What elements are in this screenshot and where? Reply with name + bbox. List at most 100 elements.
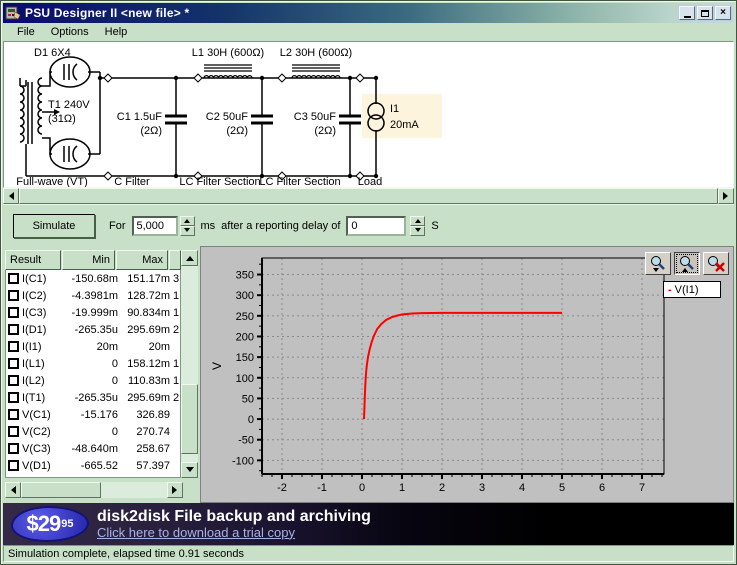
header-min[interactable]: Min: [62, 250, 115, 270]
result-max: 158.12m: [118, 358, 170, 370]
result-checkbox[interactable]: [8, 460, 19, 471]
y-tick-label: 350: [236, 270, 254, 282]
result-checkbox[interactable]: [8, 358, 19, 369]
zoom-out-button[interactable]: [645, 252, 671, 275]
chart-zoom-toolbar: [645, 252, 729, 275]
scroll-thumb[interactable]: [19, 188, 718, 204]
up-arrow-icon: [186, 252, 194, 261]
scroll-track[interactable]: [21, 482, 167, 498]
table-row[interactable]: I(L2)0110.83m1: [6, 372, 180, 389]
result-max: 151.17m: [118, 273, 170, 285]
scroll-thumb[interactable]: [181, 384, 198, 455]
table-row[interactable]: I(L1)0158.12m1: [6, 355, 180, 372]
delay-down-button[interactable]: [410, 226, 425, 236]
menu-help[interactable]: Help: [97, 24, 136, 40]
window-title: PSU Designer II <new file> *: [25, 6, 189, 20]
duration-input[interactable]: [132, 216, 178, 236]
up-arrow-icon: [415, 216, 421, 223]
voltage-plot[interactable]: -100-50050100150200250300350-2-101234567…: [201, 247, 737, 502]
y-axis-title: V: [210, 362, 224, 370]
result-extra: 2: [170, 392, 180, 404]
header-max[interactable]: Max: [116, 250, 168, 270]
table-row[interactable]: I(C2)-4.3981m128.72m1: [6, 287, 180, 304]
result-checkbox[interactable]: [8, 443, 19, 454]
result-checkbox[interactable]: [8, 392, 19, 403]
duration-up-button[interactable]: [180, 216, 195, 226]
schematic-panel[interactable]: D1 6X4 T1 240V (31Ω) C1 1.5uF (2Ω) L1 30…: [3, 41, 734, 188]
table-row[interactable]: I(I1)20m20m: [6, 338, 180, 355]
price-main: $29: [27, 511, 61, 537]
result-checkbox[interactable]: [8, 307, 19, 318]
delay-input[interactable]: [346, 216, 406, 236]
result-checkbox[interactable]: [8, 426, 19, 437]
result-min: -19.999m: [66, 307, 118, 319]
for-label: For: [109, 220, 126, 232]
result-checkbox[interactable]: [8, 341, 19, 352]
y-tick-label: 150: [236, 352, 254, 364]
scroll-right-button[interactable]: [167, 482, 183, 498]
table-row[interactable]: V(C2)0270.74: [6, 423, 180, 440]
schematic-hscrollbar[interactable]: [3, 188, 734, 204]
x-tick-label: 6: [599, 482, 605, 494]
zoom-in-button[interactable]: [674, 252, 700, 275]
header-result[interactable]: Result: [5, 250, 61, 270]
results-hscrollbar[interactable]: [5, 482, 183, 498]
scroll-up-button[interactable]: [181, 250, 198, 266]
result-checkbox[interactable]: [8, 375, 19, 386]
table-row[interactable]: V(C3)-48.640m258.67: [6, 440, 180, 457]
result-max: 258.67: [118, 477, 170, 479]
l1-label: L1 30H (600Ω): [192, 47, 264, 59]
scroll-right-button[interactable]: [718, 188, 734, 204]
result-name: I(C1): [22, 273, 46, 285]
result-extra: 3: [170, 273, 180, 285]
menu-file[interactable]: File: [9, 24, 43, 40]
menu-options[interactable]: Options: [43, 24, 97, 40]
scroll-track[interactable]: [181, 266, 198, 462]
scroll-down-button[interactable]: [181, 462, 198, 478]
ad-download-link[interactable]: Click here to download a trial copy: [97, 526, 371, 540]
close-button[interactable]: ×: [715, 6, 731, 20]
minimize-button[interactable]: [679, 6, 695, 20]
minimize-icon: [684, 16, 691, 18]
table-row[interactable]: I(T1)-265.35u295.69m2: [6, 389, 180, 406]
x-tick-label: 4: [519, 482, 525, 494]
result-checkbox[interactable]: [8, 324, 19, 335]
scroll-thumb[interactable]: [21, 482, 101, 498]
table-row[interactable]: V(D1)-665.5257.397: [6, 457, 180, 474]
zoom-cancel-button[interactable]: [703, 252, 729, 275]
magnifier-down-icon: [649, 255, 667, 273]
result-name: V(C2): [22, 426, 51, 438]
x-tick-label: -2: [277, 482, 287, 494]
scroll-left-button[interactable]: [3, 188, 19, 204]
scroll-track[interactable]: [19, 188, 718, 204]
delay-label: after a reporting delay of: [221, 220, 340, 232]
results-table: I(C1)-150.68m151.17m3I(C2)-4.3981m128.72…: [5, 270, 181, 478]
table-row[interactable]: V(C1)-15.176326.89: [6, 406, 180, 423]
ad-banner[interactable]: $2995 disk2disk File backup and archivin…: [3, 503, 734, 545]
maximize-button[interactable]: [697, 6, 713, 20]
scroll-left-button[interactable]: [5, 482, 21, 498]
section-label-load: Load: [358, 176, 382, 187]
table-row[interactable]: I(D1)-265.35u295.69m2: [6, 321, 180, 338]
x-tick-label: 5: [559, 482, 565, 494]
table-row[interactable]: I(C1)-150.68m151.17m3: [6, 270, 180, 287]
table-row[interactable]: I(C3)-19.999m90.834m1: [6, 304, 180, 321]
duration-down-button[interactable]: [180, 226, 195, 236]
results-vscrollbar[interactable]: [181, 250, 198, 478]
result-max: 295.69m: [118, 392, 170, 404]
result-checkbox[interactable]: [8, 273, 19, 284]
result-checkbox[interactable]: [8, 477, 19, 478]
x-tick-label: -1: [317, 482, 327, 494]
result-checkbox[interactable]: [8, 409, 19, 420]
result-checkbox[interactable]: [8, 290, 19, 301]
duration-unit-label: ms: [201, 220, 216, 232]
table-row[interactable]: V(I1)-48.640m258.67: [6, 474, 180, 478]
result-max: 128.72m: [118, 290, 170, 302]
simulate-button[interactable]: Simulate: [13, 214, 95, 238]
c3-label-2: (2Ω): [314, 125, 336, 137]
delay-up-button[interactable]: [410, 216, 425, 226]
down-arrow-icon: [184, 228, 190, 235]
i1-label-2: 20mA: [390, 119, 419, 131]
inductor-symbols: [204, 65, 340, 78]
result-extra: 1: [170, 307, 180, 319]
